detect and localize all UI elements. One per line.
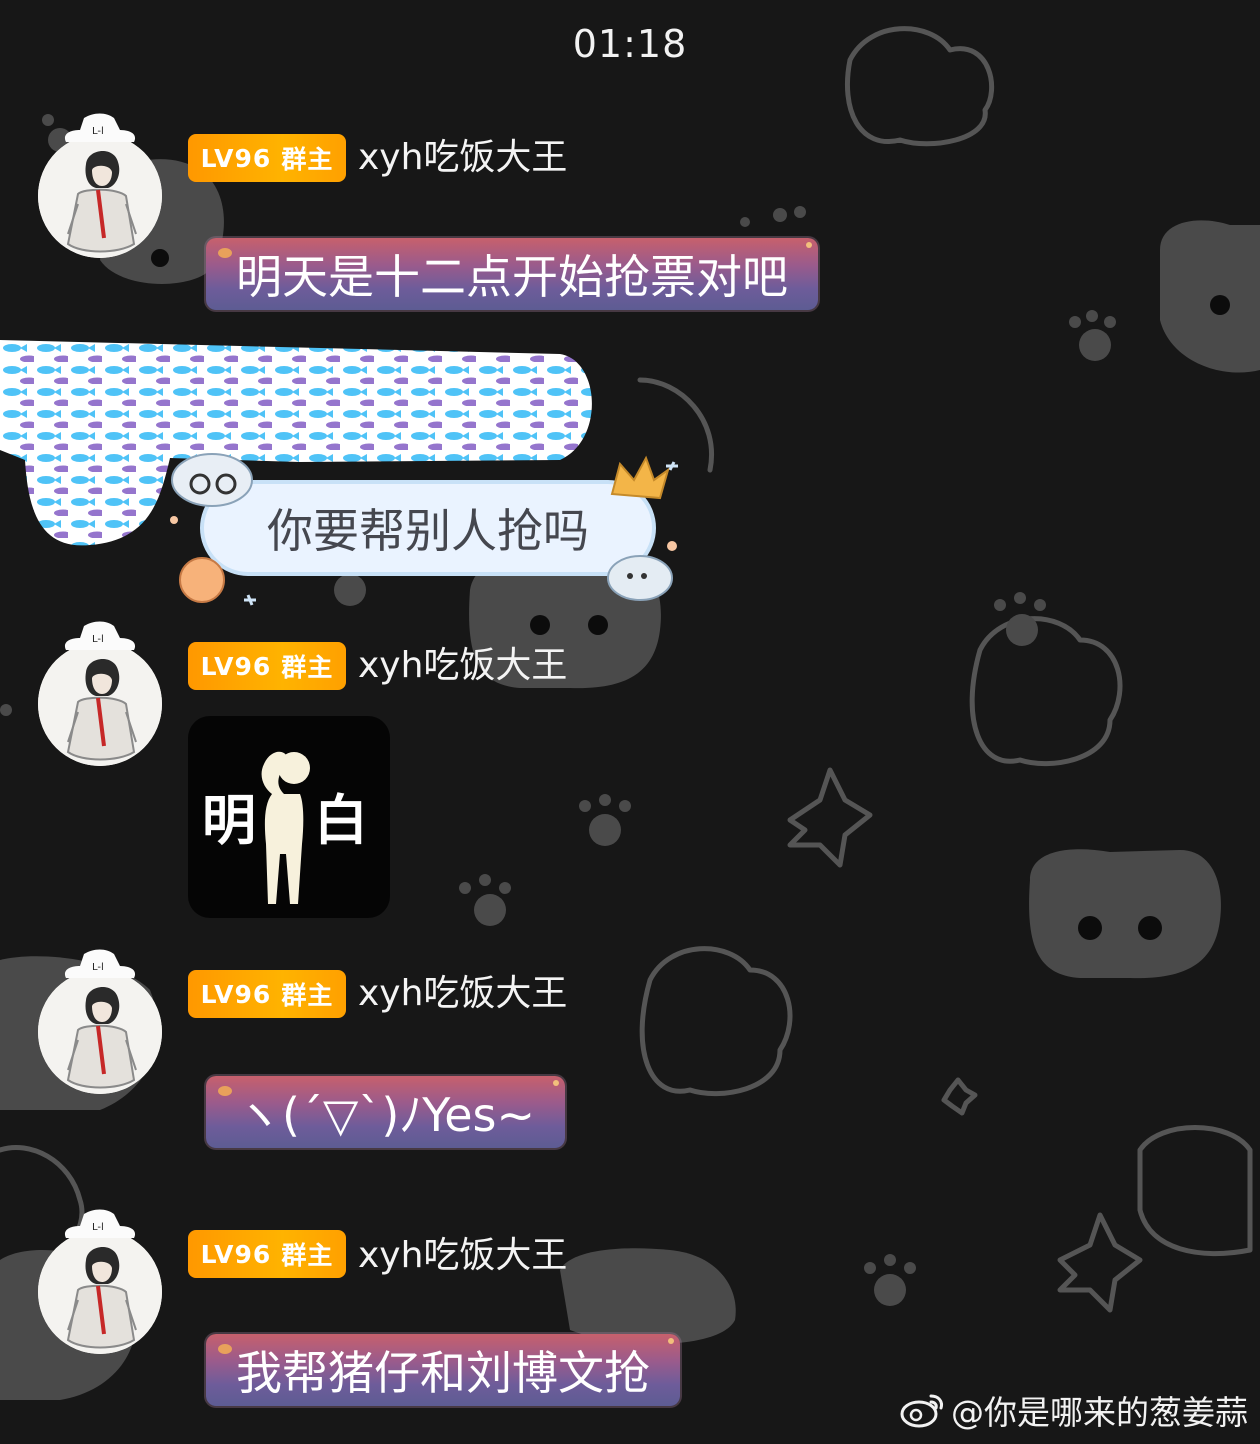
sender-name[interactable]: xyh吃饭大王 xyxy=(358,1232,567,1280)
message-bubble[interactable]: ヽ(´▽`)ﾉYes~ xyxy=(206,1076,566,1148)
role-text: 群主 xyxy=(281,981,334,1010)
sender-name[interactable]: xyh吃饭大王 xyxy=(358,134,567,182)
level-text: LV96 xyxy=(200,1239,272,1269)
bubble-frame-decoration xyxy=(170,453,678,606)
avatar-hat-icon: L-l xyxy=(64,621,136,650)
sticker-message[interactable]: 明 白 xyxy=(188,716,390,918)
avatar[interactable]: L-l xyxy=(38,113,162,258)
bubble-decoration xyxy=(218,248,232,258)
sticker-text-left: 明 xyxy=(202,789,256,852)
message-bubble[interactable]: 我帮猪仔和刘博文抢 xyxy=(206,1334,680,1406)
group-owner-badge: LV96 群主 xyxy=(188,134,346,182)
saluting-figure-icon xyxy=(261,751,310,904)
bubble-decoration xyxy=(806,242,812,248)
level-text: LV96 xyxy=(200,143,272,173)
avatar-hat-icon: L-l xyxy=(64,113,136,142)
chat-background-pattern xyxy=(0,26,1260,1400)
weibo-icon xyxy=(900,1394,943,1428)
group-owner-badge: LV96 群主 xyxy=(188,970,346,1018)
role-text: 群主 xyxy=(281,145,334,174)
avatar-image xyxy=(38,642,162,766)
avatar[interactable]: L-l xyxy=(38,1209,162,1354)
chat-timestamp: 01:18 xyxy=(572,22,688,66)
bubble-decoration xyxy=(553,1080,560,1086)
sticker-text-right: 白 xyxy=(314,789,368,852)
group-owner-badge: LV96 群主 xyxy=(188,642,346,690)
message-bubble[interactable]: 明天是十二点开始抢票对吧 xyxy=(206,238,818,310)
avatar[interactable]: L-l xyxy=(38,621,162,766)
message-text: 我帮猪仔和刘博文抢 xyxy=(236,1346,650,1400)
group-owner-badge: LV96 群主 xyxy=(188,1230,346,1278)
sender-name[interactable]: xyh吃饭大王 xyxy=(358,970,567,1018)
bubble-decoration xyxy=(218,1344,232,1354)
avatar-image xyxy=(38,970,162,1094)
sender-name[interactable]: xyh吃饭大王 xyxy=(358,642,567,690)
svg-text:L-l: L-l xyxy=(92,634,104,645)
message-text: 明天是十二点开始抢票对吧 xyxy=(236,250,788,304)
message-text: ヽ(´▽`)ﾉYes~ xyxy=(236,1088,536,1142)
avatar-image xyxy=(38,1230,162,1354)
svg-text:L-l: L-l xyxy=(92,962,104,973)
avatar-hat-icon: L-l xyxy=(64,1209,136,1238)
svg-text:L-l: L-l xyxy=(92,1222,104,1233)
svg-text:L-l: L-l xyxy=(92,126,104,137)
bubble-decoration xyxy=(668,1338,674,1344)
weibo-watermark: @你是哪来的葱姜蒜 xyxy=(899,1386,1248,1434)
avatar-image xyxy=(38,134,162,258)
bubble-decoration xyxy=(218,1086,232,1096)
watermark-text: @你是哪来的葱姜蒜 xyxy=(951,1393,1248,1432)
avatar-hat-icon: L-l xyxy=(64,949,136,978)
level-text: LV96 xyxy=(200,651,272,681)
role-text: 群主 xyxy=(281,653,334,682)
level-text: LV96 xyxy=(200,979,272,1009)
avatar[interactable]: L-l xyxy=(38,949,162,1094)
role-text: 群主 xyxy=(281,1241,334,1270)
